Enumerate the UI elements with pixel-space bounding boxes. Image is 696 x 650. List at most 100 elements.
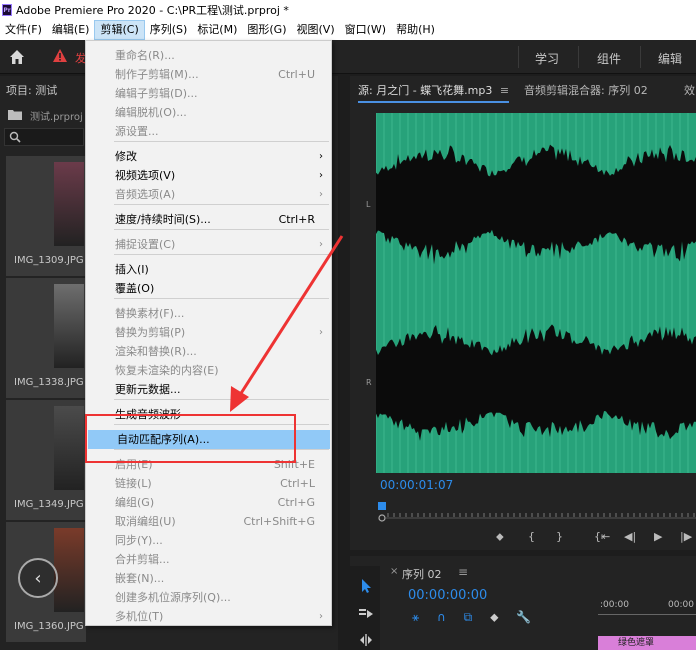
menu-item-restore-unrendered[interactable]: 恢复未渲染的内容(E) <box>86 361 331 380</box>
play-icon[interactable]: ▶ <box>654 530 662 543</box>
project-panel-title[interactable]: 项目: 测试 <box>6 82 57 98</box>
menu-item-shortcut: Ctrl+R <box>278 213 315 226</box>
menu-edit[interactable]: 编辑(E) <box>47 20 95 40</box>
menu-item-modify[interactable]: 修改 › <box>86 147 331 166</box>
search-icon <box>9 131 21 143</box>
menu-separator <box>114 254 329 255</box>
menu-item-label: 替换素材(F)... <box>115 307 185 320</box>
tab-effects[interactable]: 效 <box>684 82 695 98</box>
submenu-arrow-icon: › <box>319 170 323 181</box>
home-icon[interactable] <box>8 48 26 66</box>
marker-icon[interactable]: ⬥ <box>496 530 504 544</box>
step-forward-icon[interactable]: |▶ <box>680 530 692 543</box>
menu-item-synchronize[interactable]: 同步(Y)... <box>86 531 331 550</box>
timeline-ruler[interactable] <box>598 614 696 622</box>
previous-arrow-icon[interactable]: ‹ <box>18 558 58 598</box>
selection-tool-icon[interactable] <box>358 578 374 594</box>
menu-item-audio-options[interactable]: 音频选项(A) › <box>86 185 331 204</box>
menu-clip[interactable]: 剪辑(C) <box>94 20 145 40</box>
timeline-timecode[interactable]: 00:00:00:00 <box>408 588 487 603</box>
menu-sequence[interactable]: 序列(S) <box>145 20 193 40</box>
track-select-tool-icon[interactable] <box>358 606 374 622</box>
menu-item-label: 替换为剪辑(P) <box>115 326 186 339</box>
menu-window[interactable]: 窗口(W) <box>340 20 391 40</box>
menu-markers[interactable]: 标记(M) <box>192 20 242 40</box>
menu-item-update-metadata[interactable]: 更新元数据... <box>86 380 331 399</box>
linked-selection-icon[interactable]: ⧉ <box>464 610 473 624</box>
media-thumbnail[interactable]: IMG_1349.JPG <box>6 400 86 520</box>
menu-item-shortcut: Ctrl+U <box>278 68 315 81</box>
menu-item-label: 更新元数据... <box>115 383 181 396</box>
menu-item-nest[interactable]: 嵌套(N)... <box>86 569 331 588</box>
source-time-ruler[interactable] <box>374 498 696 524</box>
workspace-separator <box>518 46 519 68</box>
menu-item-merge-clips[interactable]: 合并剪辑... <box>86 550 331 569</box>
menu-item-video-options[interactable]: 视频选项(V) › <box>86 166 331 185</box>
menu-item-group[interactable]: 编组(G) Ctrl+G <box>86 493 331 512</box>
menu-item-ungroup[interactable]: 取消编组(U) Ctrl+Shift+G <box>86 512 331 531</box>
menu-item-insert[interactable]: 插入(I) <box>86 260 331 279</box>
warning-icon[interactable] <box>52 48 68 64</box>
media-thumbnail[interactable]: IMG_1309.JPG <box>6 156 86 276</box>
timeline-menu-icon[interactable]: ≡ <box>458 565 468 579</box>
menu-item-label: 创建多机位源序列(Q)... <box>115 591 231 604</box>
menu-item-source-settings[interactable]: 源设置... <box>86 122 331 141</box>
thumbnail-image <box>54 162 84 246</box>
go-to-in-icon[interactable]: {⇤ <box>594 530 610 543</box>
mark-out-icon[interactable]: } <box>556 530 563 543</box>
timeline-close-icon[interactable]: × <box>390 566 398 577</box>
menu-item-replace-with-clip[interactable]: 替换为剪辑(P) › <box>86 323 331 342</box>
mark-in-icon[interactable]: { <box>528 530 535 543</box>
tab-menu-icon[interactable]: ≡ <box>500 84 509 97</box>
submenu-arrow-icon: › <box>319 611 323 622</box>
timeline-clip[interactable]: 绿色遮罩 <box>598 636 696 650</box>
source-monitor: 源: 月之门 - 蝶飞花舞.mp3 ≡ 音频剪辑混合器: 序列 02 效 L R… <box>350 76 696 550</box>
menu-separator <box>114 204 329 205</box>
menu-item-make-subclip[interactable]: 制作子剪辑(M)... Ctrl+U <box>86 65 331 84</box>
workspace-tab-editing[interactable]: 编辑 <box>658 50 682 67</box>
menu-item-render-and-replace[interactable]: 渲染和替换(R)... <box>86 342 331 361</box>
menu-graphics[interactable]: 图形(G) <box>242 20 291 40</box>
timeline-ruler-label: 00:00 <box>668 600 694 610</box>
tab-audio-mixer[interactable]: 音频剪辑混合器: 序列 02 <box>524 82 648 98</box>
ripple-edit-tool-icon[interactable] <box>358 632 374 648</box>
menu-item-label: 视频选项(V) <box>115 169 176 182</box>
menu-view[interactable]: 视图(V) <box>292 20 340 40</box>
menu-item-rename[interactable]: 重命名(R)... <box>86 46 331 65</box>
menu-item-speed-duration[interactable]: 速度/持续时间(S)... Ctrl+R <box>86 210 331 229</box>
media-thumbnail[interactable]: IMG_1338.JPG <box>6 278 86 398</box>
title-bar: Pr Adobe Premiere Pro 2020 - C:\PR工程\测试.… <box>0 0 696 20</box>
menu-item-edit-subclip[interactable]: 编辑子剪辑(D)... <box>86 84 331 103</box>
menu-item-link[interactable]: 链接(L) Ctrl+L <box>86 474 331 493</box>
timeline-sequence-title[interactable]: 序列 02 <box>402 566 442 582</box>
submenu-arrow-icon: › <box>319 189 323 200</box>
thumbnail-image <box>54 284 84 368</box>
menu-item-overwrite[interactable]: 覆盖(O) <box>86 279 331 298</box>
project-search-input[interactable] <box>4 128 84 146</box>
menu-bar: 文件(F) 编辑(E) 剪辑(C) 序列(S) 标记(M) 图形(G) 视图(V… <box>0 20 696 40</box>
menu-item-label: 取消编组(U) <box>115 515 176 528</box>
audio-waveform[interactable] <box>376 113 696 473</box>
menu-item-capture-settings[interactable]: 捕捉设置(C) › <box>86 235 331 254</box>
workspace-tab-learn[interactable]: 学习 <box>535 50 559 67</box>
nest-icon[interactable]: ⚹ <box>412 610 419 624</box>
tab-source[interactable]: 源: 月之门 - 蝶飞花舞.mp3 ≡ <box>358 82 510 103</box>
menu-item-label: 链接(L) <box>115 477 152 490</box>
menu-item-replace-footage[interactable]: 替换素材(F)... <box>86 304 331 323</box>
source-timecode[interactable]: 00:00:01:07 <box>380 478 453 492</box>
menu-item-label: 修改 <box>115 150 137 163</box>
premiere-window: Pr Adobe Premiere Pro 2020 - C:\PR工程\测试.… <box>0 0 696 650</box>
workspace-tab-assembly[interactable]: 组件 <box>597 50 621 67</box>
timeline-clip-label: 绿色遮罩 <box>618 638 655 648</box>
menu-item-multi-camera[interactable]: 多机位(T) › <box>86 607 331 626</box>
add-marker-icon[interactable]: ⬥ <box>490 610 498 624</box>
step-back-icon[interactable]: ◀| <box>624 530 636 543</box>
wrench-icon[interactable]: 🔧 <box>516 610 531 624</box>
menu-help[interactable]: 帮助(H) <box>391 20 440 40</box>
menu-item-label: 重命名(R)... <box>115 49 175 62</box>
menu-item-edit-offline[interactable]: 编辑脱机(O)... <box>86 103 331 122</box>
waveform-graphic <box>376 113 696 473</box>
menu-file[interactable]: 文件(F) <box>0 20 47 40</box>
snap-icon[interactable]: ∩ <box>437 610 446 624</box>
menu-item-create-multicam-source-sequence[interactable]: 创建多机位源序列(Q)... <box>86 588 331 607</box>
